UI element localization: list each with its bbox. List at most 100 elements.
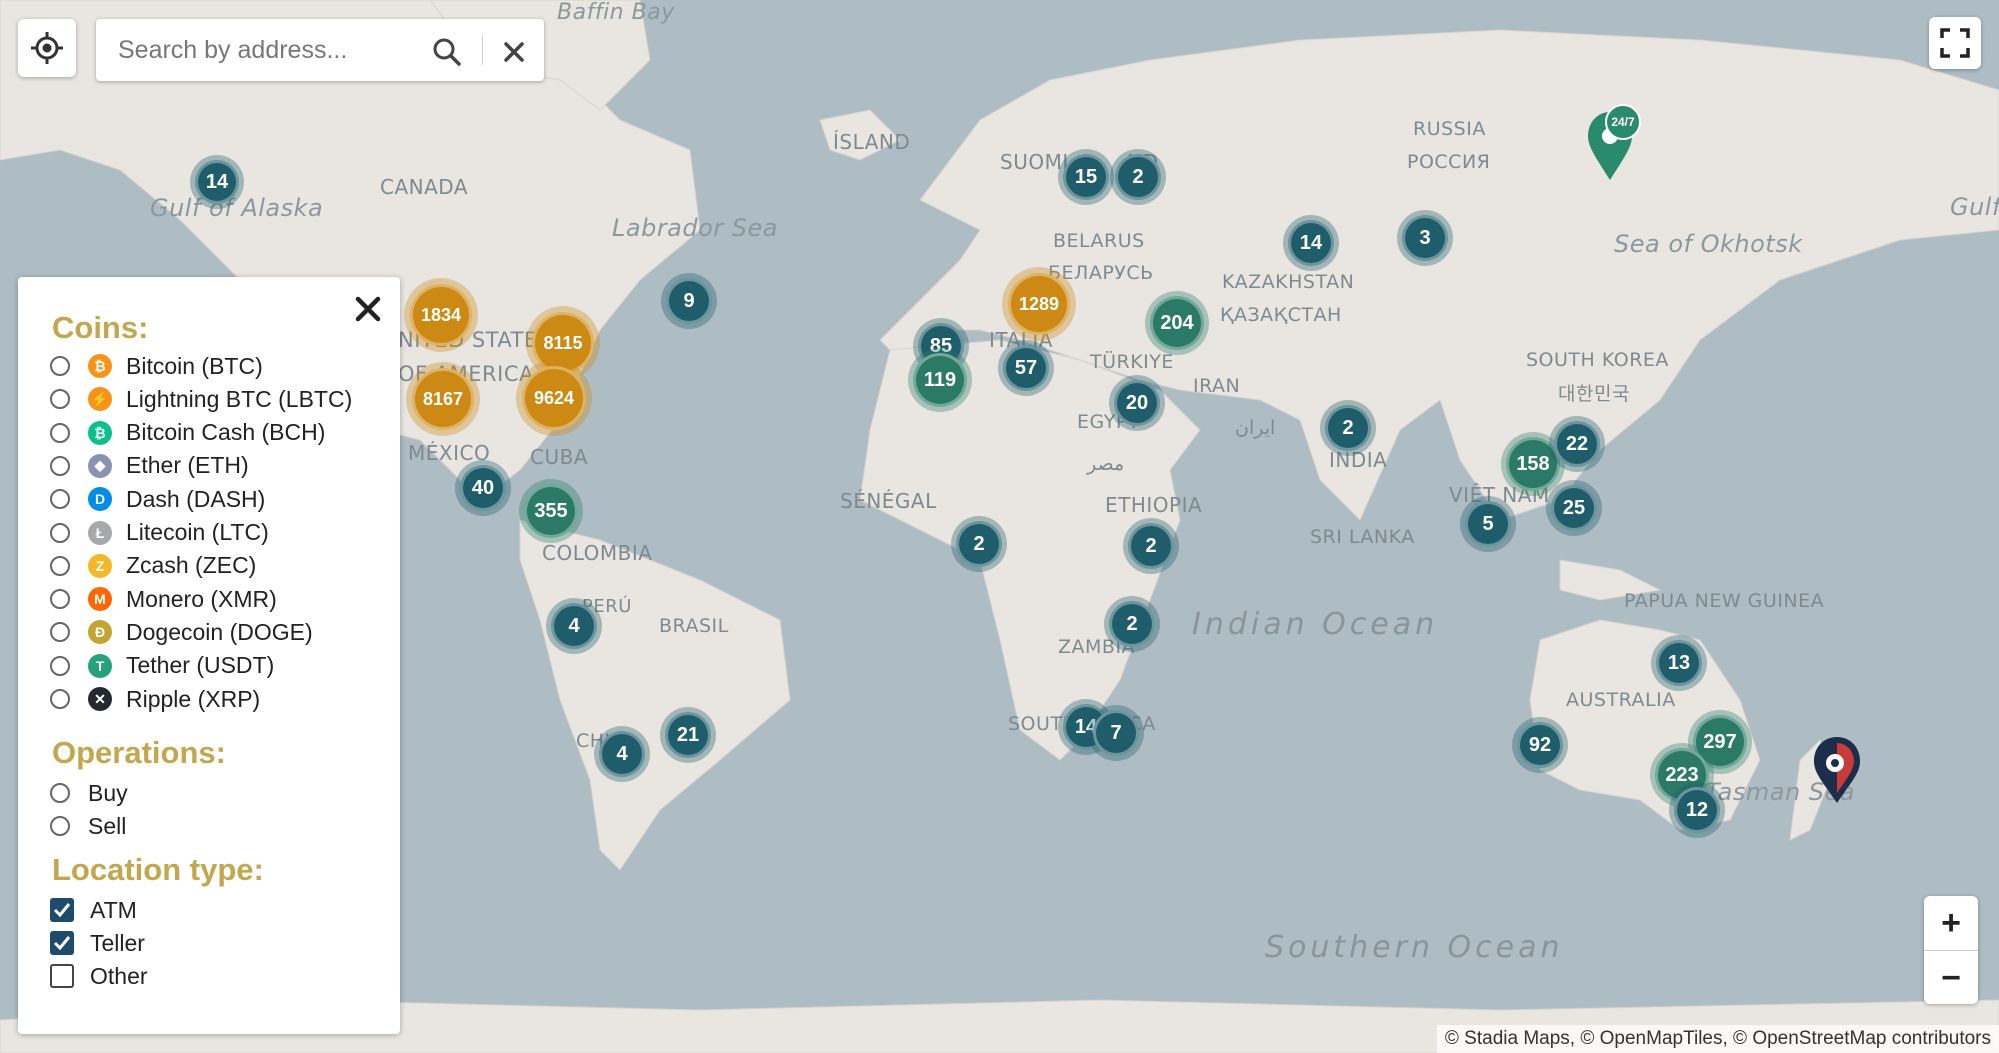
location-type-option[interactable]: Teller <box>50 928 145 958</box>
clear-search-icon[interactable] <box>503 41 525 63</box>
location-cluster[interactable]: 21 <box>665 712 711 758</box>
location-cluster[interactable]: 9 <box>666 278 712 324</box>
coin-radio[interactable] <box>50 622 70 642</box>
map-label: Gulf of Alaska <box>150 194 323 222</box>
coin-option[interactable]: MMonero (XMR) <box>50 584 277 614</box>
location-cluster[interactable]: 204 <box>1150 296 1204 350</box>
coin-option[interactable]: ZZcash (ZEC) <box>50 551 256 581</box>
zoom-out-button[interactable]: − <box>1924 950 1978 1005</box>
location-cluster[interactable]: 13 <box>1656 640 1702 686</box>
coin-radio[interactable] <box>50 656 70 676</box>
location-type-label: Teller <box>90 930 145 957</box>
coin-option[interactable]: ◆Ether (ETH) <box>50 451 249 481</box>
zoom-in-button[interactable]: + <box>1924 896 1978 950</box>
location-cluster[interactable]: 158 <box>1506 437 1560 491</box>
custom-location-pin[interactable] <box>1812 735 1862 805</box>
locate-me-button[interactable] <box>18 19 76 77</box>
location-cluster[interactable]: 12 <box>1674 787 1720 833</box>
location-cluster[interactable]: 2 <box>1115 154 1161 200</box>
fullscreen-icon <box>1939 27 1971 59</box>
coin-option[interactable]: ŁLitecoin (LTC) <box>50 518 269 548</box>
map-label: KAZAKHSTAN <box>1222 271 1354 293</box>
coin-option[interactable]: DDash (DASH) <box>50 484 265 514</box>
24-7-location-pin[interactable]: 24/7 <box>1584 100 1654 186</box>
map-label: Sea of Okhotsk <box>1614 230 1803 258</box>
search-icon[interactable] <box>431 36 463 68</box>
location-cluster[interactable]: 4 <box>551 603 597 649</box>
location-cluster[interactable]: 25 <box>1551 485 1597 531</box>
location-cluster[interactable]: 5 <box>1465 501 1511 547</box>
map-label: INDIA <box>1329 448 1387 472</box>
map-label: RUSSIA <box>1413 118 1486 140</box>
coin-option[interactable]: ₿Bitcoin (BTC) <box>50 351 263 381</box>
zoom-control: + − <box>1924 896 1978 1004</box>
location-type-option[interactable]: Other <box>50 961 148 991</box>
operation-label: Sell <box>88 813 126 840</box>
coin-label: Ripple (XRP) <box>126 686 260 713</box>
operation-option[interactable]: Buy <box>50 778 128 808</box>
map-label: SÉNÉGAL <box>840 489 937 513</box>
coin-option[interactable]: TTether (USDT) <box>50 651 274 681</box>
operation-radio[interactable] <box>50 816 70 836</box>
map-label: РОССИЯ <box>1407 151 1490 173</box>
location-cluster[interactable]: 119 <box>913 353 967 407</box>
operation-radio[interactable] <box>50 783 70 803</box>
coin-option[interactable]: ÐDogecoin (DOGE) <box>50 617 313 647</box>
location-cluster[interactable]: 1289 <box>1008 273 1070 335</box>
location-cluster[interactable]: 1834 <box>410 284 472 346</box>
search-input[interactable] <box>116 31 420 69</box>
location-cluster[interactable]: 57 <box>1003 345 1049 391</box>
location-cluster[interactable]: 355 <box>524 484 578 538</box>
coin-option[interactable]: ⚡Lightning BTC (LBTC) <box>50 384 352 414</box>
coin-label: Bitcoin (BTC) <box>126 353 263 380</box>
location-cluster[interactable]: 20 <box>1114 380 1160 426</box>
map-label: Gulf <box>1950 193 1999 221</box>
location-cluster[interactable]: 15 <box>1063 154 1109 200</box>
location-type-checkbox[interactable] <box>50 931 74 955</box>
coin-label: Dash (DASH) <box>126 486 265 513</box>
location-cluster[interactable]: 2 <box>956 521 1002 567</box>
location-type-checkbox[interactable] <box>50 964 74 988</box>
location-cluster[interactable]: 7 <box>1093 710 1139 756</box>
location-cluster[interactable]: 2 <box>1128 523 1174 569</box>
map-label: ÍSLAND <box>833 130 910 154</box>
coin-radio[interactable] <box>50 456 70 476</box>
coin-radio[interactable] <box>50 489 70 509</box>
map-label: BRASIL <box>659 615 729 637</box>
location-cluster[interactable]: 8167 <box>412 368 474 430</box>
location-cluster[interactable]: 2 <box>1109 601 1155 647</box>
location-cluster[interactable]: 14 <box>195 160 239 204</box>
location-cluster[interactable]: 8115 <box>532 312 594 374</box>
fullscreen-button[interactable] <box>1929 17 1981 69</box>
coin-option[interactable]: ✕Ripple (XRP) <box>50 684 260 714</box>
map-label: SRI LANKA <box>1310 526 1415 548</box>
map-label: AUSTRALIA <box>1566 689 1676 711</box>
coin-label: Dogecoin (DOGE) <box>126 619 313 646</box>
coin-radio[interactable] <box>50 389 70 409</box>
close-panel-button[interactable] <box>350 291 386 327</box>
map-label: Baffin Bay <box>557 0 675 25</box>
map-label: БЕЛАРУСЬ <box>1048 262 1154 284</box>
close-icon <box>355 296 381 322</box>
location-type-checkbox[interactable] <box>50 898 74 922</box>
location-cluster[interactable]: 4 <box>599 731 645 777</box>
filter-panel: Coins: ₿Bitcoin (BTC)⚡Lightning BTC (LBT… <box>18 277 400 1034</box>
coin-radio[interactable] <box>50 356 70 376</box>
coin-radio[interactable] <box>50 556 70 576</box>
coin-radio[interactable] <box>50 589 70 609</box>
coin-radio[interactable] <box>50 423 70 443</box>
map-attribution: © Stadia Maps, © OpenMapTiles, © OpenStr… <box>1437 1025 1999 1053</box>
location-cluster[interactable]: 2 <box>1325 405 1371 451</box>
coin-radio[interactable] <box>50 523 70 543</box>
coin-option[interactable]: ₿Bitcoin Cash (BCH) <box>50 418 325 448</box>
location-cluster[interactable]: 40 <box>460 465 506 511</box>
zcash-icon: Z <box>88 554 112 578</box>
location-cluster[interactable]: 9624 <box>522 366 586 430</box>
location-cluster[interactable]: 14 <box>1288 220 1334 266</box>
location-type-option[interactable]: ATM <box>50 895 137 925</box>
coin-radio[interactable] <box>50 689 70 709</box>
location-cluster[interactable]: 22 <box>1554 421 1600 467</box>
location-cluster[interactable]: 92 <box>1517 722 1563 768</box>
operation-option[interactable]: Sell <box>50 811 126 841</box>
location-cluster[interactable]: 3 <box>1402 215 1448 261</box>
